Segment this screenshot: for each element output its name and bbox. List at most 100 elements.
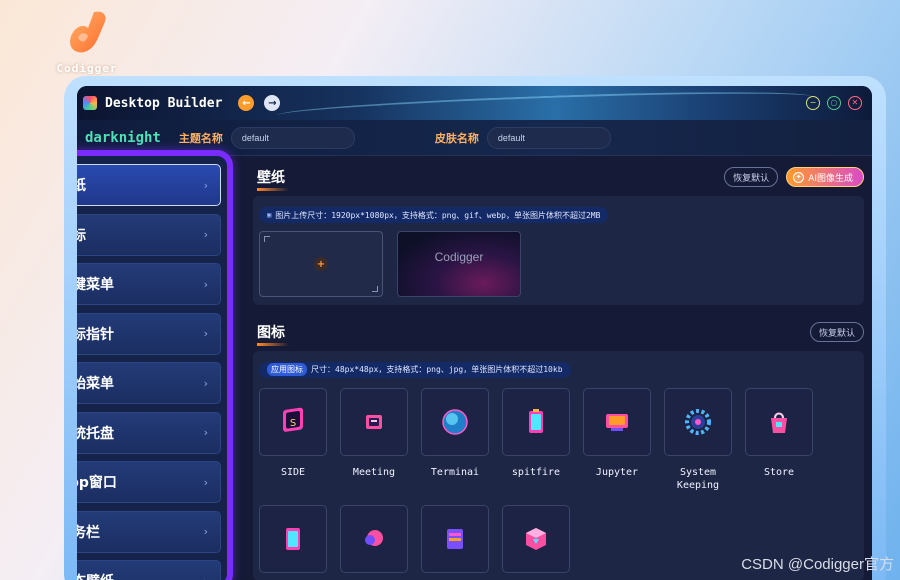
icon-tile-side[interactable]: S SIDE (259, 387, 327, 493)
sidebar-item-label: 任务栏 (77, 524, 100, 541)
codigger-logo-icon (70, 11, 106, 53)
skin-name-label: 皮肤名称 (434, 131, 479, 145)
close-button[interactable]: ✕ (848, 96, 862, 110)
sidebar-item-wallpaper[interactable]: 壁纸 › (77, 164, 221, 206)
icon-name: Meeting (352, 466, 396, 478)
chevron-right-icon: › (203, 475, 208, 489)
section-title: 壁纸 (253, 167, 289, 191)
chat-icon (365, 529, 383, 546)
watermark: CSDN @Codigger官方 (741, 556, 894, 573)
main-content: 壁纸 恢复默认 ✦ AI图像生成 ▣ 图片上传尺寸：1920px*1080px，… (245, 156, 872, 580)
wallpaper-panel: ▣ 图片上传尺寸：1920px*1080px，支持格式：png、gif、webp… (253, 196, 864, 305)
chevron-right-icon: › (203, 178, 208, 192)
svg-text:S: S (290, 418, 296, 429)
sidebar-item-label: 动态壁纸 (77, 571, 114, 580)
chevron-right-icon: › (204, 575, 208, 580)
theme-name-input[interactable] (230, 126, 355, 149)
sidebar-item-start-menu[interactable]: 开始菜单 › (77, 362, 221, 404)
chevron-right-icon: › (203, 277, 208, 291)
wallpaper-thumbnail[interactable]: Codigger (397, 231, 521, 297)
reset-default-button[interactable]: 恢复默认 (724, 167, 779, 187)
upload-hint: ▣ 图片上传尺寸：1920px*1080px，支持格式：png、gif、webp… (259, 207, 609, 223)
icon-section-header: 图标 恢复默认 (253, 317, 864, 347)
icon-name: spitfire (511, 466, 561, 478)
clipboard-icon (286, 527, 300, 550)
chevron-right-icon: › (203, 426, 208, 439)
app-icon-tag: 应用图标 (267, 363, 307, 376)
terminal-icon (442, 408, 468, 435)
upload-hint-text: 图片上传尺寸：1920px*1080px，支持格式：png、gif、webp，单… (275, 210, 601, 220)
icon-tile-system-keeping[interactable]: System Keeping (664, 387, 732, 493)
sidebar-item-label: 壁纸 (77, 178, 86, 194)
icon-tile-store[interactable]: Store (745, 387, 813, 493)
theme-name-label: 主题名称 (178, 131, 223, 145)
ai-image-generate-button[interactable]: ✦ AI图像生成 (786, 167, 864, 187)
image-icon: ▣ (267, 211, 272, 219)
icon-name: Store (763, 466, 795, 478)
sidebar-item-icons[interactable]: 图标 › (77, 213, 221, 256)
cube-icon (526, 527, 546, 550)
back-button[interactable]: ← (238, 95, 255, 111)
meeting-icon (366, 414, 382, 429)
window-title: Desktop Builder (105, 95, 223, 111)
icon-tile[interactable] (421, 504, 489, 573)
sidebar-item-label: 图标 (77, 227, 86, 244)
sidebar-item-label: 开始菜单 (77, 376, 114, 392)
app-icon (83, 96, 97, 110)
icon-tile[interactable] (502, 504, 570, 573)
icon-name: System Keeping (676, 466, 720, 492)
sidebar-item-taskbar[interactable]: 任务栏 › (77, 510, 221, 553)
icon-hint: 应用图标 尺寸：48px*48px，支持格式：png、jpg，单张图片体积不超过… (259, 361, 571, 378)
chevron-right-icon: › (203, 228, 208, 241)
icon-grid: S SIDE Meeting Terminai spitfire Jupyter… (259, 387, 858, 573)
gear-icon (685, 408, 711, 435)
window-frame: Desktop Builder ← → − ○ ✕ darknight 主题名称… (64, 76, 886, 580)
wallpaper-upload-slot[interactable]: + (259, 231, 383, 297)
title-bar: Desktop Builder ← → − ○ ✕ (77, 86, 872, 120)
ai-button-label: AI图像生成 (808, 173, 853, 184)
icon-name: Terminai (430, 466, 480, 478)
forward-button[interactable]: → (264, 95, 281, 111)
skin-name-input[interactable] (486, 126, 611, 149)
icon-name: Jupyter (595, 466, 639, 478)
icon-tile-meeting[interactable]: Meeting (340, 387, 408, 493)
sidebar-item-system-tray[interactable]: 系统托盘 › (77, 411, 221, 454)
sidebar-item-live-wallpaper[interactable]: 动态壁纸 › (77, 560, 221, 580)
ai-icon: ✦ (793, 171, 805, 183)
sidebar-item-label: 右键菜单 (77, 277, 114, 293)
sidebar-item-cursor[interactable]: 鼠标指针 › (77, 312, 221, 355)
chevron-right-icon: › (203, 525, 208, 538)
sidebar: 壁纸 › 图标 › 右键菜单 › 鼠标指针 › (77, 150, 233, 580)
spitfire-icon (529, 408, 543, 433)
sidebar-item-label: 系统托盘 (77, 425, 114, 442)
codigger-logo: Codigger (50, 8, 124, 75)
side-icon: S (283, 407, 303, 432)
app-window: Desktop Builder ← → − ○ ✕ darknight 主题名称… (77, 86, 872, 580)
wallpaper-section-header: 壁纸 恢复默认 ✦ AI图像生成 (253, 162, 864, 192)
maximize-button[interactable]: ○ (827, 96, 841, 110)
icon-name: SIDE (280, 466, 306, 478)
icon-panel: 应用图标 尺寸：48px*48px，支持格式：png、jpg，单张图片体积不超过… (253, 351, 864, 580)
icon-tile-terminal[interactable]: Terminai (421, 387, 489, 493)
icon-hint-text: 尺寸：48px*48px，支持格式：png、jpg，单张图片体积不超过10kb (311, 365, 563, 374)
icon-tile[interactable] (340, 504, 408, 573)
book-icon (447, 528, 463, 549)
section-title: 图标 (253, 322, 289, 346)
chevron-right-icon: › (203, 376, 208, 390)
icon-tile[interactable] (259, 504, 327, 573)
plus-icon: + (314, 257, 328, 271)
chevron-right-icon: › (203, 327, 208, 340)
jupyter-icon (606, 413, 628, 431)
sidebar-item-app-window[interactable]: App窗口 › (77, 461, 221, 503)
brand-name: Codigger (56, 62, 118, 75)
sidebar-item-label: 鼠标指针 (77, 326, 114, 343)
theme-name: darknight (85, 129, 161, 146)
wallpaper-thumb-label: Codigger (434, 250, 484, 264)
minimize-button[interactable]: − (806, 96, 820, 110)
reset-default-button[interactable]: 恢复默认 (809, 322, 864, 342)
sidebar-item-label: App窗口 (77, 475, 117, 491)
store-icon (771, 412, 787, 433)
sidebar-item-context-menu[interactable]: 右键菜单 › (77, 263, 221, 305)
icon-tile-jupyter[interactable]: Jupyter (583, 387, 651, 493)
icon-tile-spitfire[interactable]: spitfire (502, 387, 570, 493)
